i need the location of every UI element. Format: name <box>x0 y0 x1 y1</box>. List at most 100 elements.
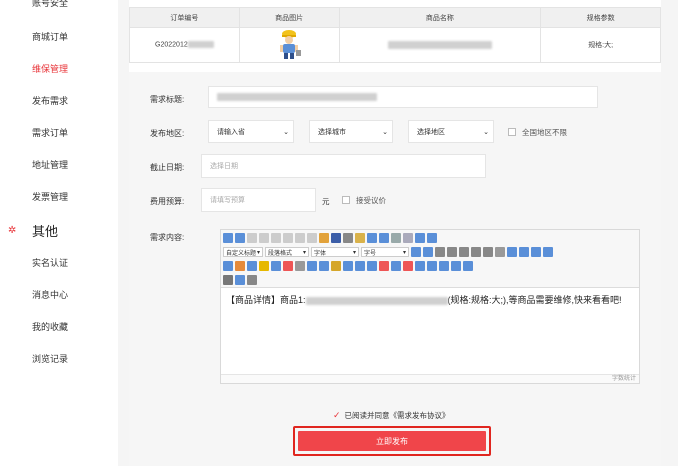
date-icon[interactable] <box>307 261 317 271</box>
product-image-cell <box>238 27 340 63</box>
image-float-icon[interactable] <box>543 247 553 257</box>
sidebar-item-maintenance[interactable]: 维保管理 <box>32 62 68 75</box>
image-icon[interactable] <box>223 261 233 271</box>
drafts-icon[interactable] <box>223 275 233 285</box>
multi-image-icon[interactable] <box>235 261 245 271</box>
editor-content[interactable]: 【商品详情】商品1: (规格:规格:大;),等商品需要维修,快来看看吧! <box>226 294 636 307</box>
agreement-text[interactable]: 已阅读并同意《需求发布协议》 <box>345 410 450 421</box>
province-select[interactable]: 请输入省 ⌄ <box>208 120 294 143</box>
underline-icon[interactable] <box>271 233 281 243</box>
sidebar-item-real-name[interactable]: 实名认证 <box>32 256 68 269</box>
undo-icon[interactable] <box>223 233 233 243</box>
insert-row-icon[interactable] <box>367 261 377 271</box>
toolbar-row-4 <box>223 274 257 286</box>
search-replace-icon[interactable] <box>463 261 473 271</box>
align-left-icon[interactable] <box>447 247 457 257</box>
special-char-icon[interactable] <box>331 261 341 271</box>
insert-col-icon[interactable] <box>391 261 401 271</box>
budget-input[interactable]: 请填写预算 <box>201 188 316 212</box>
col-header-name: 商品名称 <box>338 7 542 28</box>
superscript-icon[interactable] <box>295 233 305 243</box>
emotion-icon[interactable] <box>259 261 269 271</box>
delete-table-icon[interactable] <box>355 261 365 271</box>
custom-heading-select[interactable]: 自定义标题 ▾ <box>223 247 263 257</box>
ordered-list-icon[interactable] <box>367 233 377 243</box>
sidebar-item-address[interactable]: 地址管理 <box>32 158 68 171</box>
anchor-icon[interactable] <box>531 247 541 257</box>
video-icon[interactable] <box>247 261 257 271</box>
insert-table-icon[interactable] <box>343 261 353 271</box>
paragraph-format-select[interactable]: 段落格式 ▾ <box>265 247 309 257</box>
deadline-input[interactable]: 选择日期 <box>201 154 486 178</box>
sidebar-item-favorites[interactable]: 我的收藏 <box>32 320 68 333</box>
row-spacing-icon[interactable] <box>415 233 425 243</box>
font-color-icon[interactable] <box>343 233 353 243</box>
paragraph-format-value: 段落格式 <box>268 250 293 257</box>
product-name-cell <box>338 27 542 63</box>
merge-cells-icon[interactable] <box>415 261 425 271</box>
horizontal-rule-icon[interactable] <box>295 261 305 271</box>
clear-doc-icon[interactable] <box>403 233 413 243</box>
print-icon[interactable] <box>439 261 449 271</box>
sidebar-item-invoice[interactable]: 发票管理 <box>32 190 68 203</box>
indent-icon[interactable] <box>435 247 445 257</box>
ltr-icon[interactable] <box>411 247 421 257</box>
help-icon[interactable] <box>247 275 257 285</box>
title-input[interactable] <box>208 86 598 108</box>
check-icon[interactable]: ✓ <box>333 410 341 421</box>
sidebar-item-account-security[interactable]: 账号安全 <box>32 0 68 9</box>
quote-icon[interactable] <box>331 233 341 243</box>
delete-col-icon[interactable] <box>403 261 413 271</box>
negotiable-checkbox[interactable] <box>342 196 350 204</box>
align-justify-icon[interactable] <box>483 247 493 257</box>
sidebar-item-mall-orders[interactable]: 商城订单 <box>32 30 68 43</box>
font-family-select[interactable]: 字体 ▾ <box>311 247 359 257</box>
case-icon[interactable] <box>495 247 505 257</box>
sidebar-item-post-demand[interactable]: 发布需求 <box>32 94 68 107</box>
unlink-icon[interactable] <box>519 247 529 257</box>
word-count: 字数统计 <box>221 374 639 383</box>
sidebar-item-demand-orders[interactable]: 需求订单 <box>32 126 68 139</box>
toolbar-row-1 <box>223 232 437 244</box>
preview-icon[interactable] <box>451 261 461 271</box>
time-icon[interactable] <box>319 261 329 271</box>
select-all-icon[interactable] <box>391 233 401 243</box>
table-row: G2022012 规格:大; <box>129 27 661 63</box>
strikethrough-icon[interactable] <box>283 233 293 243</box>
district-select[interactable]: 选择地区 ⌄ <box>408 120 494 143</box>
publish-button[interactable]: 立即发布 <box>298 431 486 451</box>
bold-icon[interactable] <box>247 233 257 243</box>
sidebar-item-history[interactable]: 浏览记录 <box>32 352 68 365</box>
city-select[interactable]: 选择城市 ⌄ <box>309 120 393 143</box>
rtl-icon[interactable] <box>423 247 433 257</box>
link-icon[interactable] <box>507 247 517 257</box>
split-cells-icon[interactable] <box>427 261 437 271</box>
redo-icon[interactable] <box>235 233 245 243</box>
unordered-list-icon[interactable] <box>379 233 389 243</box>
align-center-icon[interactable] <box>459 247 469 257</box>
italic-icon[interactable] <box>259 233 269 243</box>
align-right-icon[interactable] <box>471 247 481 257</box>
highlight-icon[interactable] <box>355 233 365 243</box>
subscript-icon[interactable] <box>307 233 317 243</box>
font-size-select[interactable]: 字号 ▾ <box>361 247 409 257</box>
sidebar-item-messages[interactable]: 消息中心 <box>32 288 68 301</box>
toolbar-row-3 <box>223 260 473 272</box>
redacted-title-value <box>217 93 377 101</box>
format-painter-icon[interactable] <box>319 233 329 243</box>
redacted-text <box>187 41 214 49</box>
chevron-down-icon: ⌄ <box>283 128 289 136</box>
template-icon[interactable] <box>235 275 245 285</box>
delete-row-icon[interactable] <box>379 261 389 271</box>
custom-heading-value: 自定义标题 <box>226 250 257 257</box>
rich-text-editor[interactable]: 自定义标题 ▾ 段落格式 ▾ 字体 ▾ 字号 ▾ 【商品详情】商品1: (规格:… <box>220 229 640 384</box>
nationwide-checkbox[interactable] <box>508 128 516 136</box>
agreement-row[interactable]: ✓ 已阅读并同意《需求发布协议》 <box>333 410 450 421</box>
map-icon[interactable] <box>271 261 281 271</box>
col-header-spec: 规格参数 <box>540 7 661 28</box>
sidebar-group-title: 其他 <box>32 224 59 239</box>
line-height-icon[interactable] <box>427 233 437 243</box>
product-image-worker[interactable] <box>276 28 302 60</box>
table-header-row: 订单编号 商品图片 商品名称 规格参数 <box>129 7 661 28</box>
code-icon[interactable] <box>283 261 293 271</box>
